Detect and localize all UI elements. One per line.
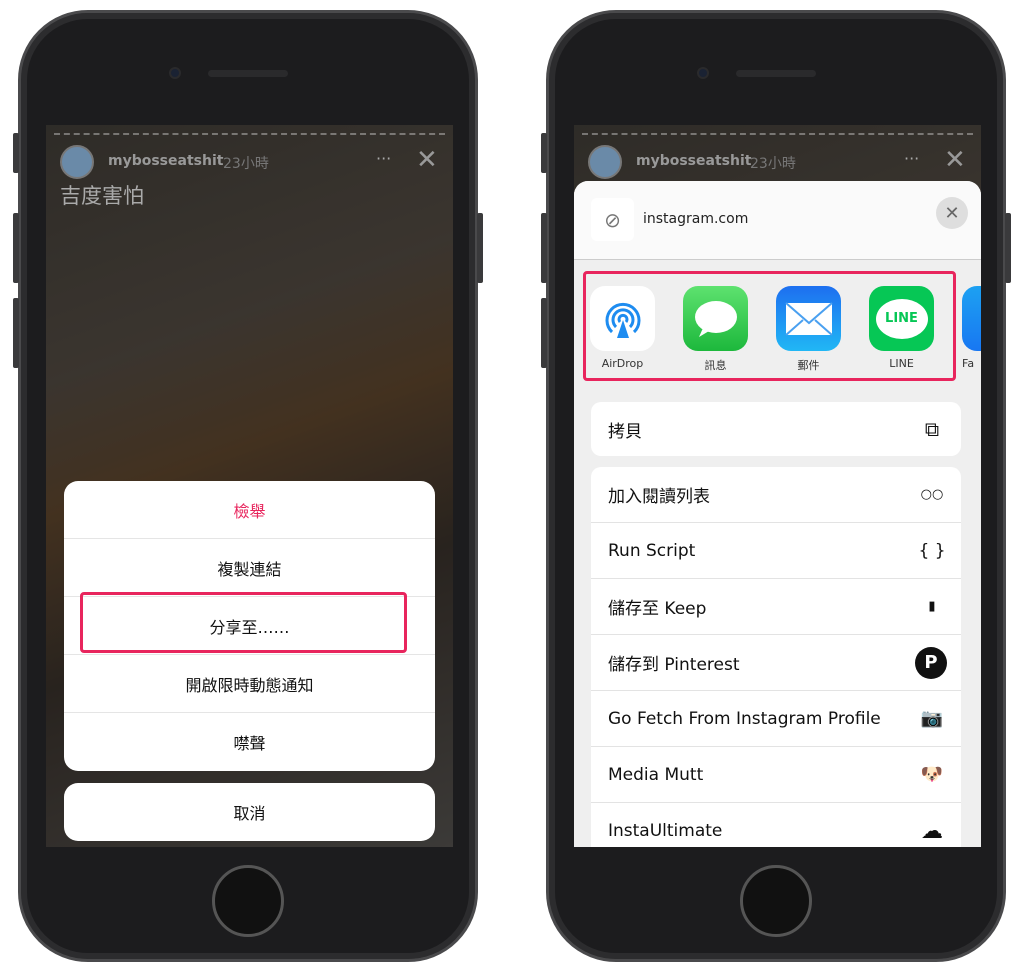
facebook-icon (962, 286, 981, 351)
action-go-fetch[interactable]: Go Fetch From Instagram Profile 📷 (591, 691, 961, 747)
cloud-icon: ☁ (921, 818, 943, 844)
story-time: 23小時 (750, 156, 796, 172)
glasses-icon: ○○ (920, 487, 944, 502)
right-phone: mybosseatshit 23小時 ··· ✕ ⊘ instagram.com… (541, 10, 1011, 962)
story-screen: mybosseatshit 23小時 ··· ✕ 吉度害怕 檢舉 複製連結 分享… (46, 125, 453, 847)
close-icon[interactable]: ✕ (416, 145, 438, 175)
mute-switch (13, 133, 19, 173)
speaker (208, 70, 288, 77)
camera-icon: 📷 (920, 708, 944, 729)
action-save-pinterest[interactable]: 儲存到 Pinterest P (591, 635, 961, 691)
copy-icon: ⧉ (924, 417, 940, 441)
row-label: 儲存到 Pinterest (608, 655, 740, 675)
power-button (477, 213, 483, 283)
action-reading-list[interactable]: 加入閱讀列表 ○○ (591, 467, 961, 523)
braces-icon: { } (918, 540, 946, 561)
story-time: 23小時 (223, 156, 269, 172)
report-button[interactable]: 檢舉 (64, 481, 435, 539)
volume-up-button (13, 213, 19, 283)
share-screen: mybosseatshit 23小時 ··· ✕ ⊘ instagram.com… (574, 125, 981, 847)
more-icon[interactable]: ··· (376, 149, 391, 168)
story-notification-button[interactable]: 開啟限時動態通知 (64, 655, 435, 713)
action-media-mutt[interactable]: Media Mutt 🐶 (591, 747, 961, 803)
app-label: Fa (962, 357, 975, 370)
bookmark-icon: ▮ (928, 599, 936, 614)
row-label: InstaUltimate (608, 821, 723, 841)
close-icon: ✕ (944, 145, 966, 175)
row-label: Go Fetch From Instagram Profile (608, 708, 881, 729)
row-label: Run Script (608, 540, 696, 561)
cancel-button[interactable]: 取消 (64, 783, 435, 841)
action-run-script[interactable]: Run Script { } (591, 523, 961, 579)
front-camera (697, 67, 709, 79)
volume-down-button (13, 298, 19, 368)
pinterest-icon: P (915, 646, 947, 679)
share-highlight (80, 592, 407, 653)
action-instaultimate[interactable]: InstaUltimate ☁ (591, 803, 961, 847)
home-button[interactable] (212, 865, 284, 937)
share-sheet-header: ⊘ instagram.com ✕ (574, 181, 981, 260)
copy-link-button[interactable]: 複製連結 (64, 539, 435, 597)
compass-icon: ⊘ (591, 198, 634, 241)
left-phone: mybosseatshit 23小時 ··· ✕ 吉度害怕 檢舉 複製連結 分享… (13, 10, 483, 962)
story-progress (582, 133, 973, 135)
dog-icon: 🐶 (920, 764, 944, 785)
mute-switch (541, 133, 547, 173)
app-facebook[interactable]: Fa (962, 286, 981, 373)
actions-group: 加入閱讀列表 ○○ Run Script { } 儲存至 Keep ▮ 儲存到 Pin… (591, 467, 961, 847)
power-button (1005, 213, 1011, 283)
row-label: 儲存至 Keep (608, 599, 707, 619)
row-label: 拷貝 (608, 421, 642, 442)
copy-group: 拷貝 ⧉ (591, 402, 961, 456)
story-username[interactable]: mybosseatshit (108, 153, 223, 169)
avatar (588, 145, 622, 179)
row-label: 加入閱讀列表 (608, 487, 710, 507)
story-username: mybosseatshit (636, 153, 752, 169)
story-caption: 吉度害怕 (60, 184, 144, 208)
home-button[interactable] (740, 865, 812, 937)
volume-down-button (541, 298, 547, 368)
action-save-keep[interactable]: 儲存至 Keep ▮ (591, 579, 961, 635)
mute-button[interactable]: 噤聲 (64, 713, 435, 771)
front-camera (169, 67, 181, 79)
more-icon: ··· (904, 149, 920, 168)
volume-up-button (541, 213, 547, 283)
copy-row[interactable]: 拷貝 ⧉ (591, 402, 961, 456)
speaker (736, 70, 816, 77)
row-label: Media Mutt (608, 764, 704, 785)
apps-highlight (583, 271, 956, 381)
close-sheet-button[interactable]: ✕ (936, 197, 968, 229)
cancel-group: 取消 (64, 783, 435, 841)
share-site: instagram.com (643, 211, 749, 227)
avatar[interactable] (60, 145, 94, 179)
story-progress (54, 133, 445, 135)
